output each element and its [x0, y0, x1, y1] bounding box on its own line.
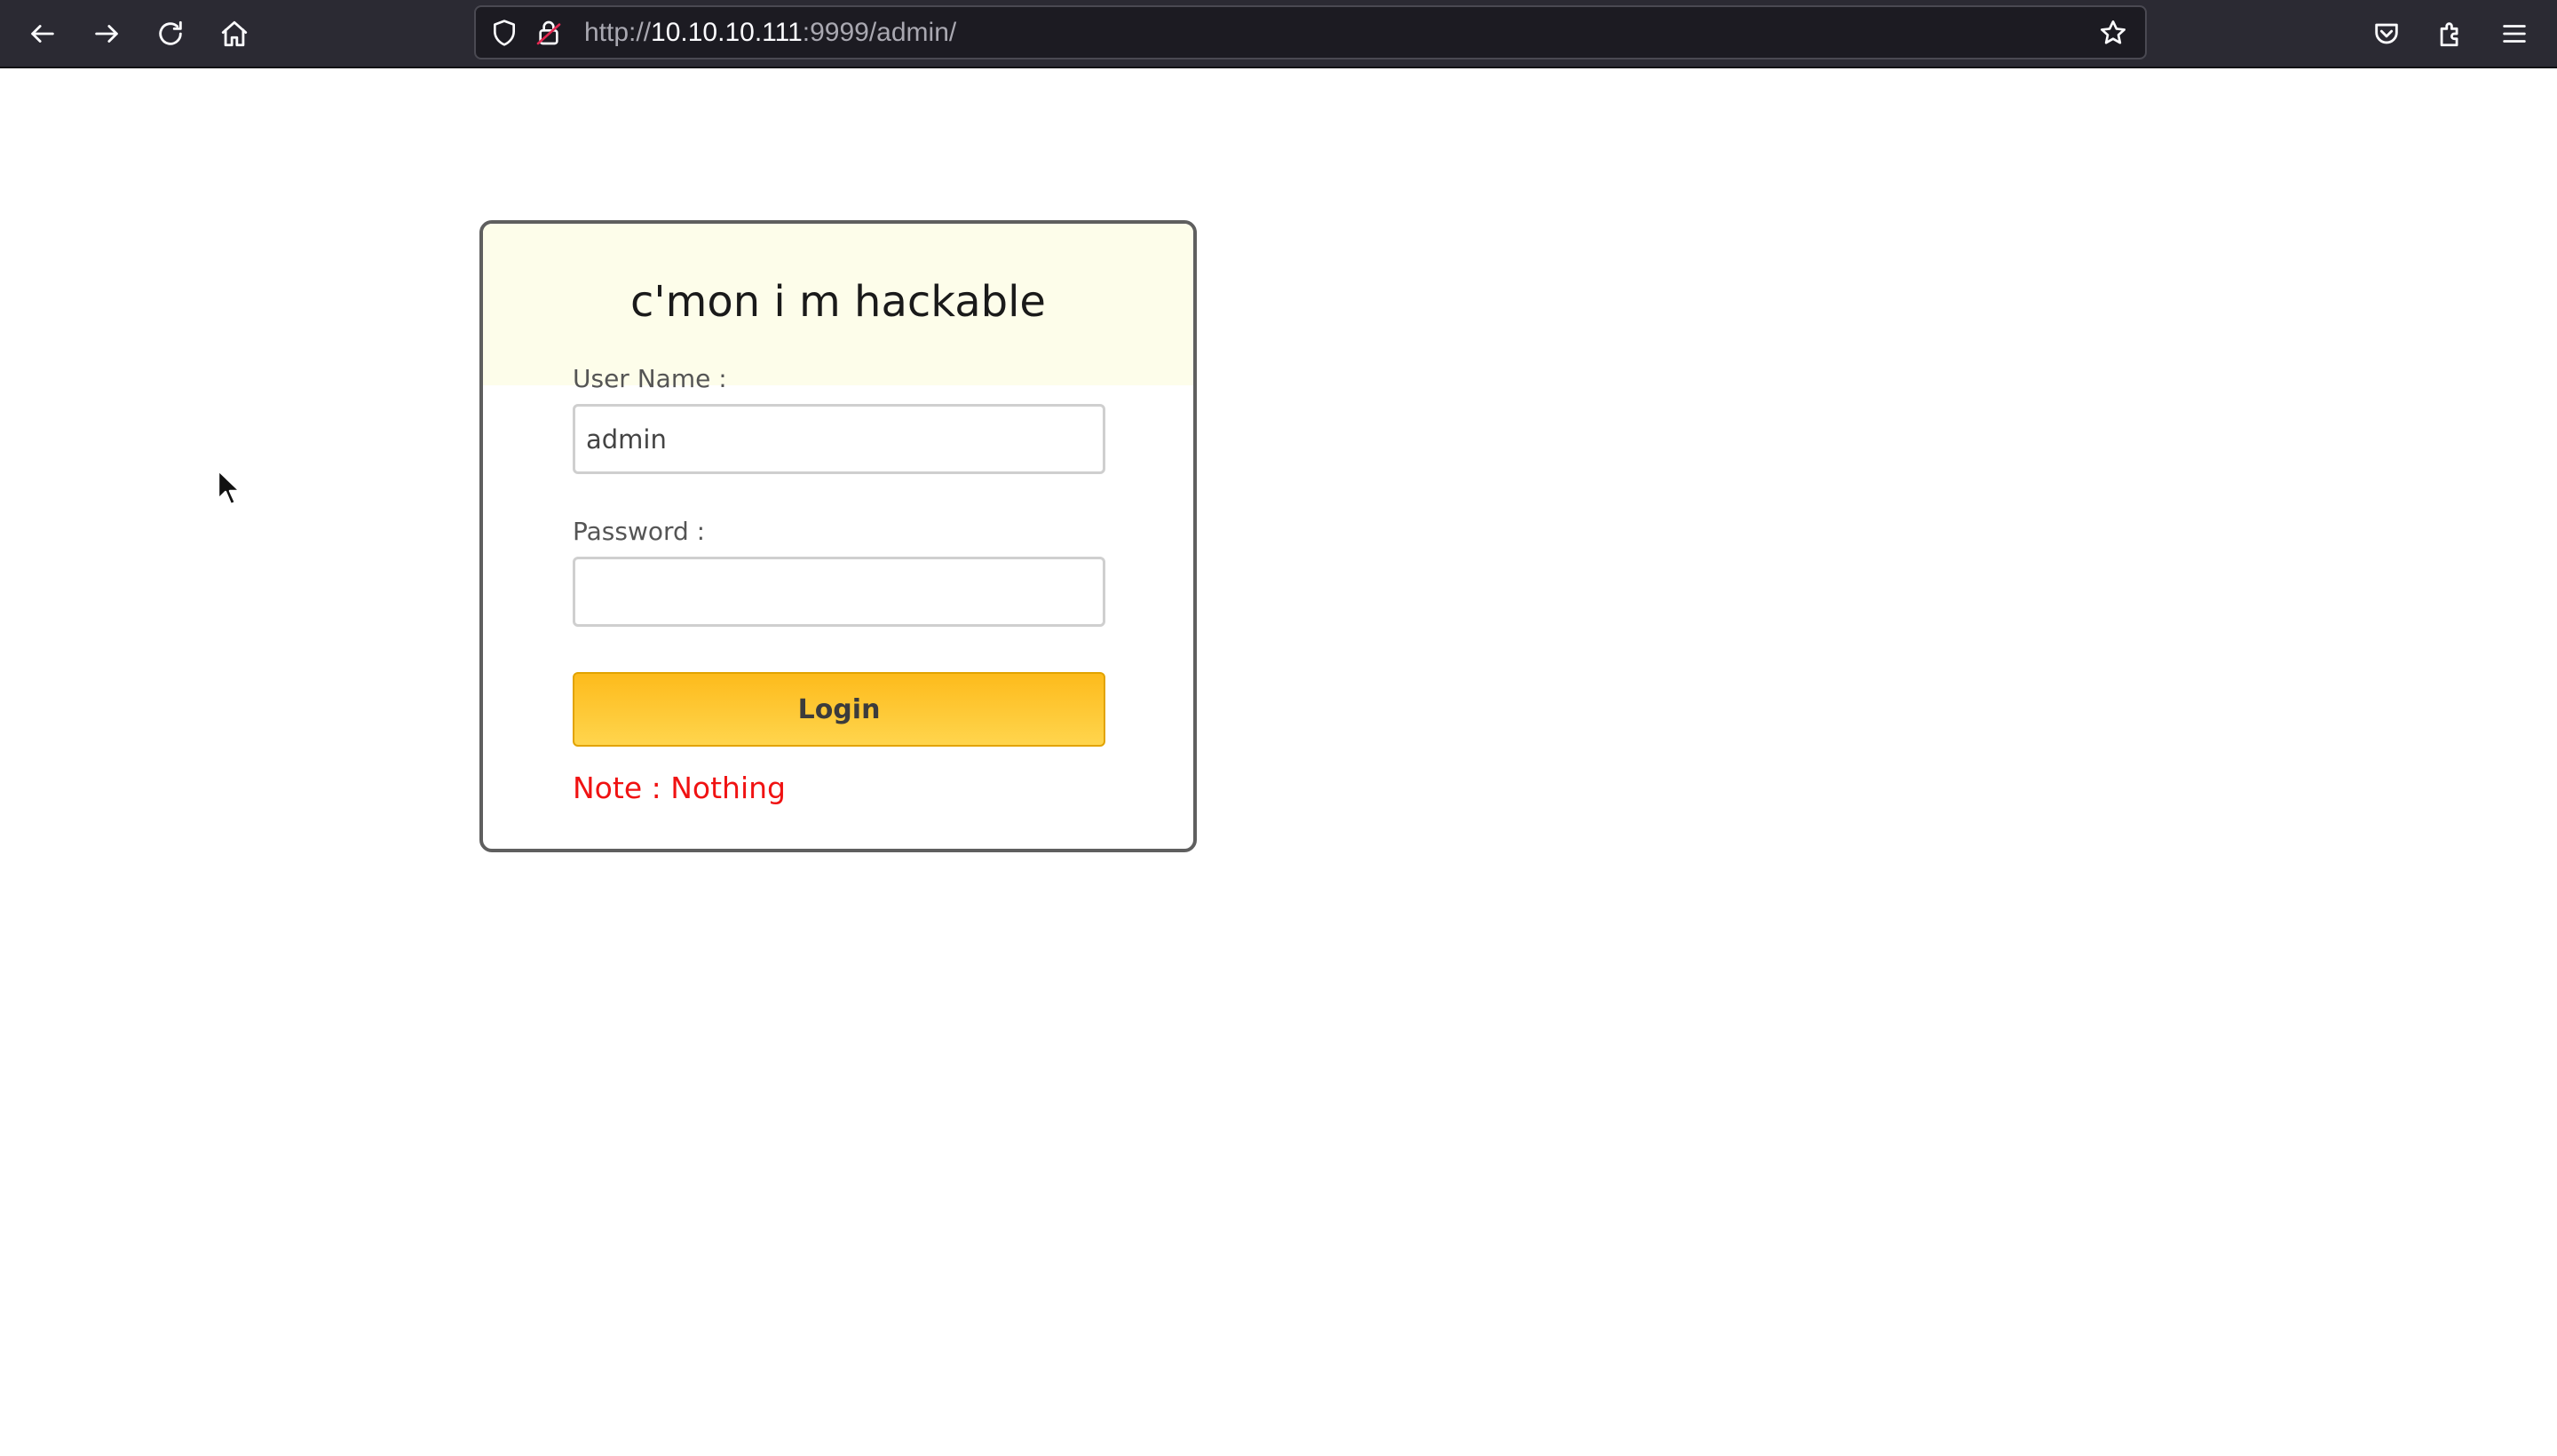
hamburger-menu-icon: [2503, 25, 2526, 43]
back-button[interactable]: [21, 12, 64, 55]
shield-icon: [494, 20, 515, 46]
note-text: Note : Nothing: [573, 771, 786, 805]
forward-button[interactable]: [85, 12, 128, 55]
url-host: 10.10.10.111: [651, 18, 803, 47]
reload-button[interactable]: [149, 12, 192, 55]
app-menu-button[interactable]: [2493, 12, 2536, 55]
login-button[interactable]: Login: [573, 672, 1105, 747]
reload-icon: [159, 20, 182, 45]
password-label: Password :: [573, 517, 706, 546]
home-button[interactable]: [213, 12, 256, 55]
mouse-cursor-icon: [217, 469, 241, 506]
login-title: c'mon i m hackable: [630, 277, 1046, 327]
pocket-button[interactable]: [2365, 12, 2408, 55]
tracking-protection-button[interactable]: [488, 17, 520, 49]
login-card-header: c'mon i m hackable: [483, 224, 1193, 385]
username-label: User Name :: [573, 364, 727, 393]
password-input[interactable]: [573, 557, 1105, 627]
bookmark-button[interactable]: [2097, 17, 2129, 49]
username-input[interactable]: [573, 404, 1105, 474]
arrow-right-icon: [95, 25, 118, 43]
home-icon: [221, 20, 248, 47]
url-path: :9999/admin/: [802, 18, 957, 47]
url-text[interactable]: http://10.10.10.111:9999/admin/: [584, 7, 956, 58]
browser-toolbar: http://10.10.10.111:9999/admin/: [0, 0, 2557, 68]
arrow-left-icon: [31, 25, 54, 43]
site-info-button[interactable]: [533, 17, 565, 49]
lock-icon: [536, 20, 561, 45]
url-scheme: http://: [584, 18, 652, 47]
pocket-icon: [2375, 23, 2398, 44]
extensions-button[interactable]: [2429, 12, 2472, 55]
address-bar[interactable]: http://10.10.10.111:9999/admin/: [474, 5, 2147, 59]
puzzle-icon: [2440, 22, 2458, 47]
login-card: c'mon i m hackable User Name : Password …: [479, 220, 1197, 852]
star-icon: [2101, 20, 2126, 44]
